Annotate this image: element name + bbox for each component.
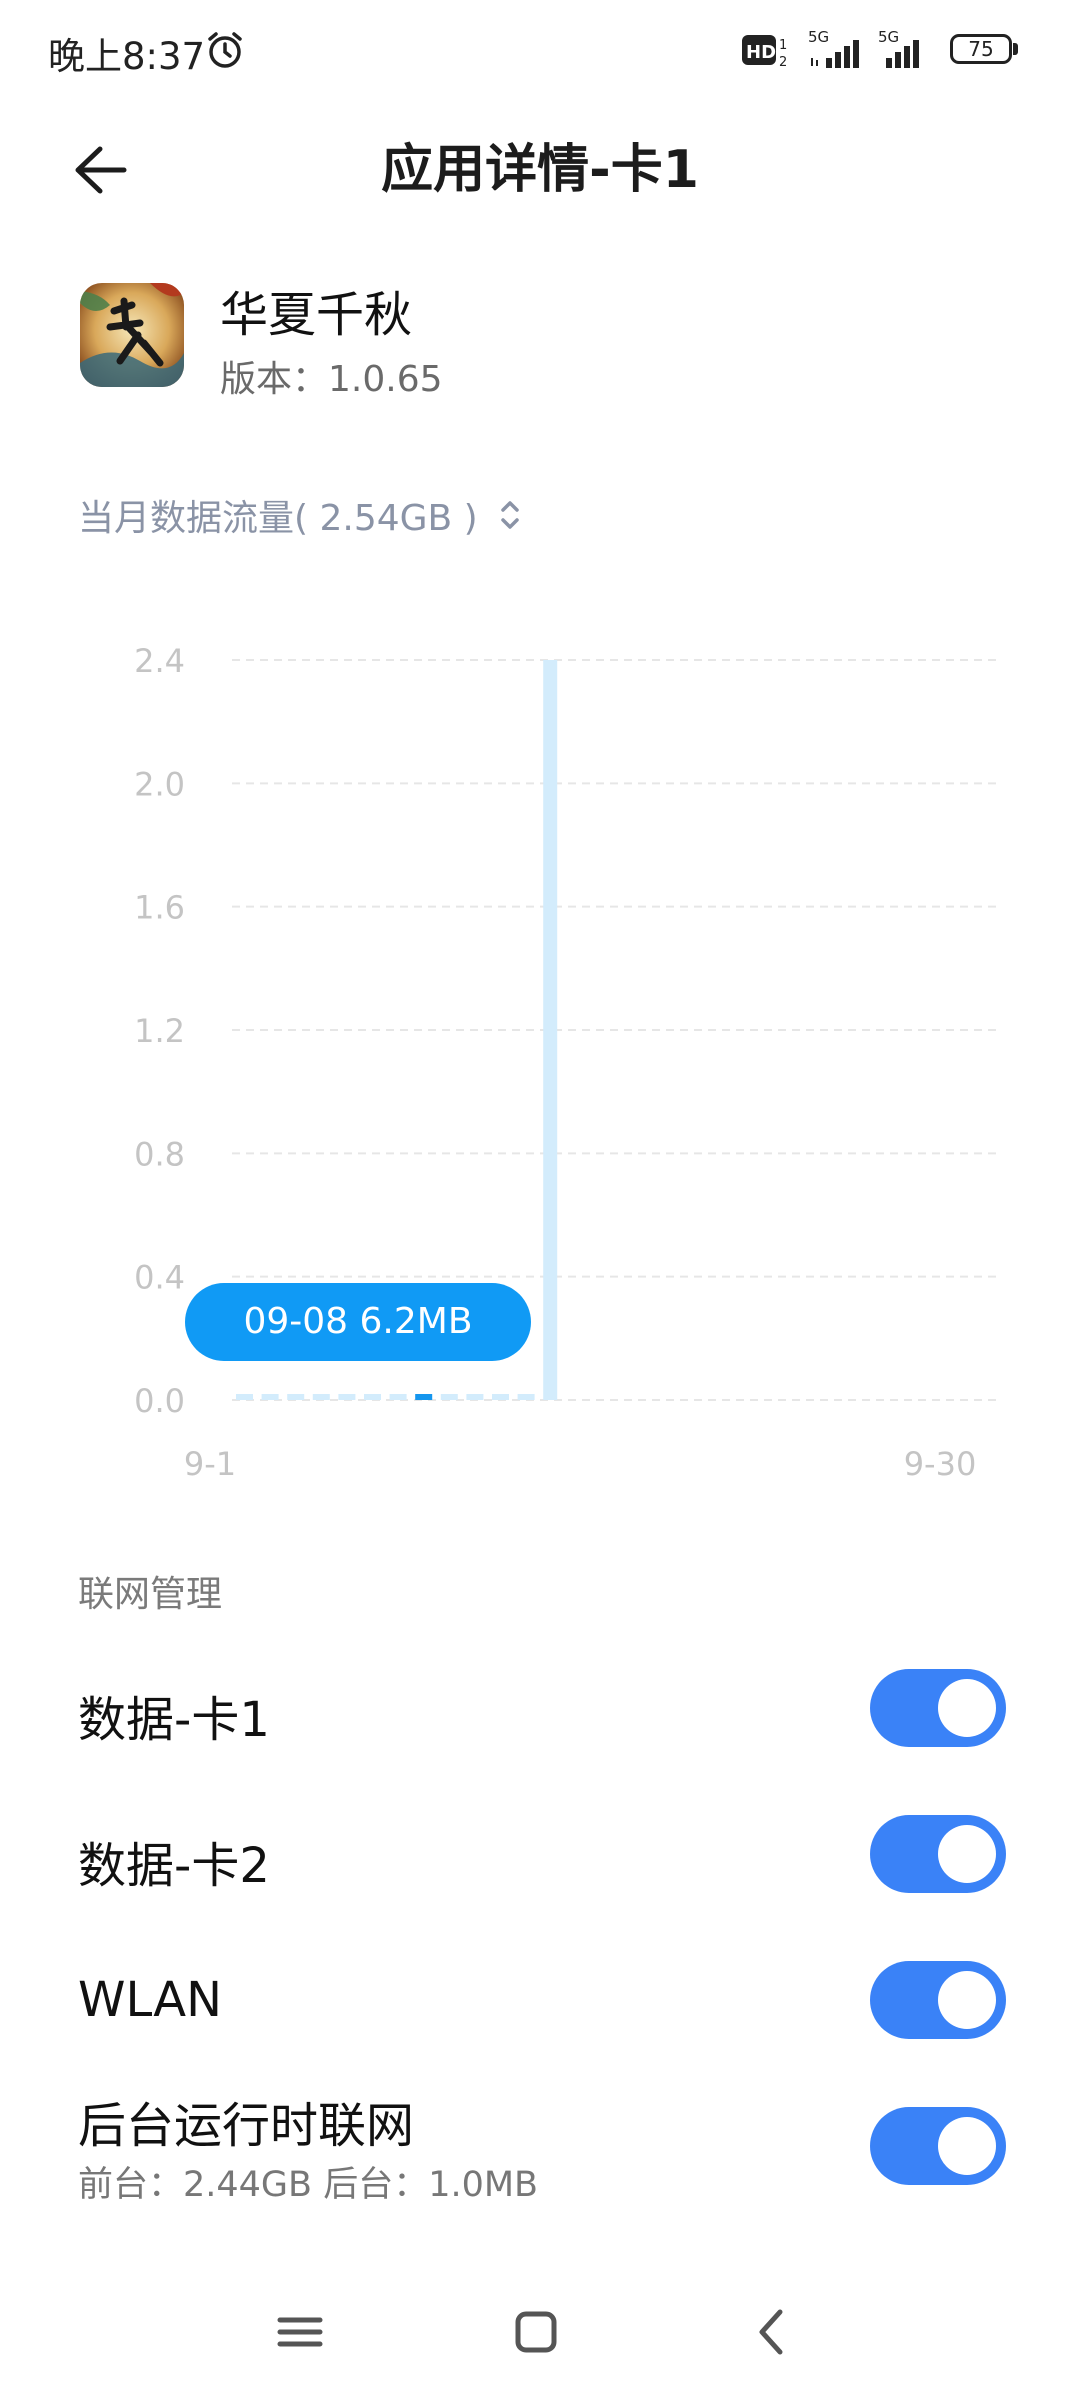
usage-bar[interactable] — [364, 1394, 381, 1400]
wlan-switch[interactable] — [870, 1961, 1006, 2039]
monthly-usage-selector[interactable]: 当月数据流量( 2.54GB ) — [78, 485, 524, 545]
menu-icon[interactable] — [268, 2300, 332, 2364]
monthly-usage-label: 当月数据流量( 2.54GB ) — [78, 498, 478, 539]
toggle-label-wlan: WLAN — [78, 1972, 223, 2028]
background-usage-detail: 前台：2.44GB 后台：1.0MB — [78, 2165, 539, 2205]
usage-chart-svg: 0.0 0.4 0.8 1.2 1.6 2.0 2.4 9-1 9-30 — [134, 642, 1000, 1483]
alarm-icon — [208, 32, 242, 68]
toggle-row-data-sim2: 数据-卡2 — [0, 1806, 1080, 1906]
usage-bar[interactable] — [440, 1394, 458, 1400]
up-down-chevron-icon — [500, 501, 519, 529]
battery-icon: 75 — [950, 34, 1018, 66]
switch-knob — [938, 1825, 996, 1883]
toggle-row-wlan: WLAN — [0, 1952, 1080, 2052]
y-tick-label: 2.4 — [134, 642, 185, 680]
usage-bar[interactable] — [338, 1394, 356, 1400]
usage-bar[interactable] — [492, 1394, 509, 1400]
network-section-title: 联网管理 — [78, 1574, 223, 1615]
usage-bar[interactable] — [466, 1394, 484, 1400]
app-version: 版本：1.0.65 — [220, 359, 443, 400]
usage-bar[interactable] — [415, 1394, 433, 1400]
data-sim2-switch[interactable] — [870, 1815, 1006, 1893]
app-name: 华夏千秋 — [220, 287, 413, 343]
y-tick-label: 0.8 — [134, 1135, 185, 1173]
signal-1-icon: 5G — [808, 28, 870, 70]
usage-bar[interactable] — [236, 1394, 253, 1400]
usage-bar[interactable] — [312, 1394, 330, 1400]
status-bar: 晚上8:37 HD 1 2 5G 5G 75 — [0, 0, 1080, 100]
hd-voice-icon: HD 1 2 — [742, 35, 787, 70]
battery-level: 75 — [968, 37, 994, 61]
toggle-label-background: 后台运行时联网 — [78, 2098, 415, 2154]
y-tick-label: 2.0 — [134, 765, 185, 803]
page-title: 应用详情-卡1 — [381, 140, 699, 200]
back-icon[interactable] — [740, 2300, 804, 2364]
usage-bar[interactable] — [287, 1394, 305, 1400]
toggle-row-background: 后台运行时联网 前台：2.44GB 后台：1.0MB — [0, 2080, 1080, 2220]
switch-knob — [938, 1971, 996, 2029]
app-icon — [80, 283, 184, 387]
signal-2-icon: 5G — [878, 28, 940, 70]
y-tick-label: 1.2 — [134, 1012, 185, 1050]
chart-tooltip: 09-08 6.2MB — [185, 1283, 531, 1361]
x-tick-label: 9-1 — [184, 1445, 236, 1483]
y-tick-label: 1.6 — [134, 889, 185, 927]
usage-bar[interactable] — [261, 1394, 279, 1400]
svg-text:1: 1 — [779, 38, 787, 53]
toggle-row-data-sim1: 数据-卡1 — [0, 1660, 1080, 1760]
usage-chart: 0.0 0.4 0.8 1.2 1.6 2.0 2.4 9-1 9-30 — [0, 600, 1080, 1500]
svg-text:HD: HD — [746, 42, 776, 63]
switch-knob — [938, 2117, 996, 2175]
usage-bar[interactable] — [543, 660, 558, 1400]
usage-bar[interactable] — [517, 1394, 535, 1400]
navigation-bar — [0, 2280, 1080, 2380]
status-time: 晚上8:37 — [48, 35, 206, 78]
toggle-label-data-sim2: 数据-卡2 — [78, 1838, 270, 1894]
home-icon[interactable] — [504, 2300, 568, 2364]
background-network-switch[interactable] — [870, 2107, 1006, 2185]
svg-text:2: 2 — [779, 55, 787, 70]
data-sim1-switch[interactable] — [870, 1669, 1006, 1747]
y-tick-label: 0.0 — [134, 1382, 185, 1420]
toggle-label-data-sim1: 数据-卡1 — [78, 1692, 270, 1748]
switch-knob — [938, 1679, 996, 1737]
x-tick-label: 9-30 — [904, 1445, 977, 1483]
usage-bar[interactable] — [389, 1394, 407, 1400]
y-tick-label: 0.4 — [134, 1259, 185, 1297]
